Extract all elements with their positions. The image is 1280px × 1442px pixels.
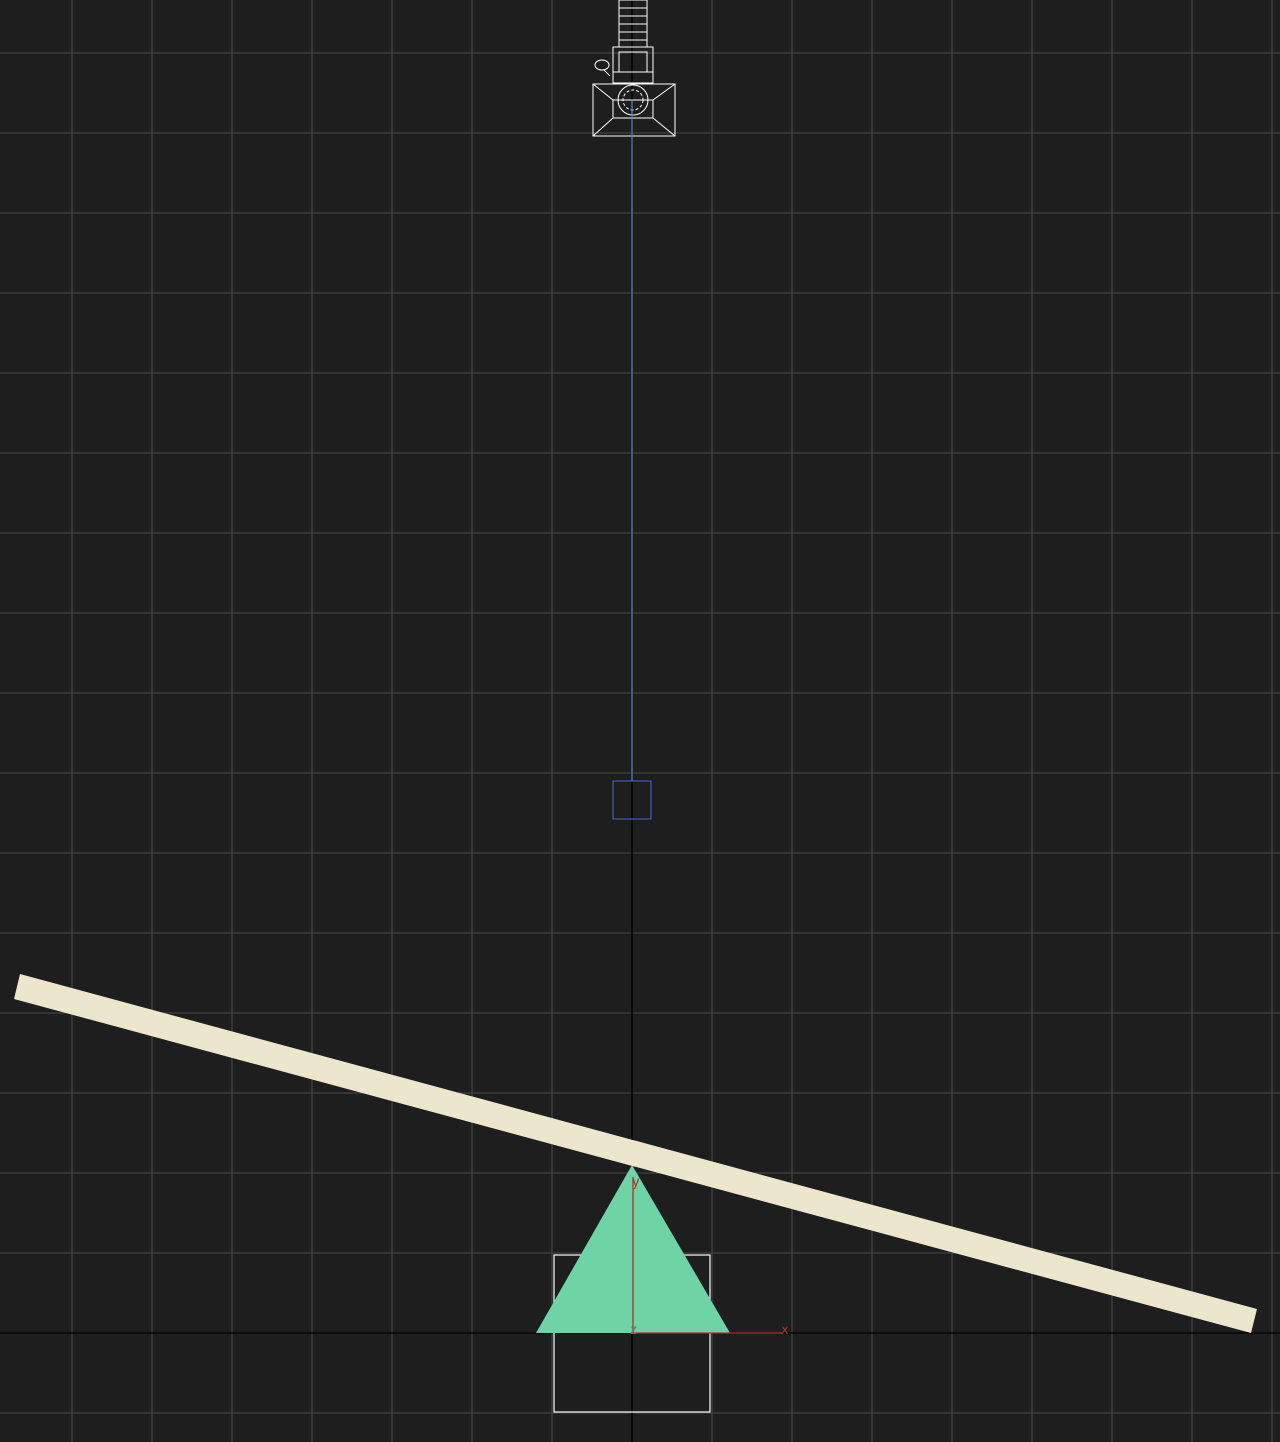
camera-knob-stem [603, 69, 611, 77]
viewport-scene[interactable]: y x z [0, 0, 1280, 1442]
gizmo-x-label: x [781, 1323, 789, 1338]
3d-viewport[interactable]: y x z [0, 0, 1280, 1442]
gizmo-z-label: z [630, 1323, 637, 1338]
camera-knob [594, 59, 610, 71]
gizmo-y-label: y [632, 1175, 640, 1190]
camera-lens-hood-edge [592, 83, 676, 101]
camera-body-inner [618, 51, 648, 73]
camera-lens-hood [592, 83, 676, 137]
camera-icon[interactable] [592, 0, 676, 137]
